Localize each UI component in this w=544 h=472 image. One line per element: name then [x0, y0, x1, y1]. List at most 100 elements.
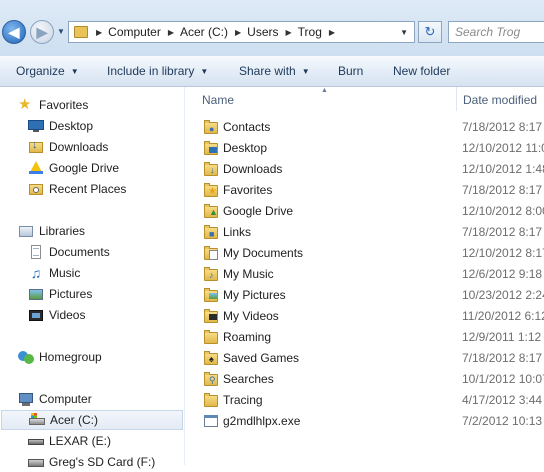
sort-ascending-icon: ▲: [321, 87, 328, 94]
chevron-down-icon: ▼: [200, 66, 209, 76]
address-bar[interactable]: ▶ Computer ▶ Acer (C:) ▶ Users ▶ Trog ▶ …: [68, 21, 415, 43]
file-row[interactable]: ▲ Google Drive 12/10/2012 8:00: [185, 201, 544, 222]
nav-music[interactable]: ♫ Music: [28, 263, 81, 283]
nav-libraries[interactable]: Libraries: [18, 221, 85, 241]
nav-lexar-e[interactable]: LEXAR (E:): [28, 431, 111, 451]
nav-label: Videos: [49, 308, 86, 322]
google-drive-icon: [28, 160, 44, 176]
file-date: 7/18/2012 8:17 A: [462, 183, 544, 197]
nav-homegroup[interactable]: Homegroup: [18, 347, 102, 367]
file-name: My Documents: [223, 246, 304, 260]
file-name: Desktop: [223, 141, 268, 155]
back-button[interactable]: ◀: [2, 20, 26, 44]
file-name: g2mdlhlpx.exe: [223, 414, 301, 428]
nav-sd-card-f[interactable]: Greg's SD Card (F:): [28, 452, 155, 472]
file-row[interactable]: ♪ My Music 12/6/2012 9:18 I: [185, 264, 544, 285]
nav-downloads[interactable]: Downloads: [28, 137, 108, 157]
file-row[interactable]: ♠ Saved Games 7/18/2012 8:17 A: [185, 348, 544, 369]
organize-button[interactable]: Organize ▼: [16, 56, 79, 86]
file-row[interactable]: ↓ Downloads 12/10/2012 1:48: [185, 159, 544, 180]
include-in-library-button[interactable]: Include in library ▼: [107, 56, 208, 86]
favorites-folder-icon: ★: [203, 182, 219, 198]
organize-label: Organize: [16, 64, 65, 78]
breadcrumb-users[interactable]: Users ▶: [247, 22, 298, 42]
chevron-right-icon[interactable]: ▶: [235, 28, 241, 37]
column-header-date-modified[interactable]: Date modified: [463, 93, 537, 107]
title-bar: ◀ ▶ ▼ ▶ Computer ▶ Acer (C:) ▶ Users ▶ T…: [0, 0, 544, 56]
chevron-right-icon[interactable]: ▶: [286, 28, 292, 37]
forward-button[interactable]: ▶: [30, 20, 54, 44]
back-arrow-icon: ◀: [8, 23, 20, 40]
file-date: 12/10/2012 1:48: [462, 162, 544, 176]
refresh-button[interactable]: ↻: [418, 21, 442, 43]
file-date: 12/10/2012 11:0: [462, 141, 544, 155]
chevron-right-icon[interactable]: ▶: [168, 28, 174, 37]
nav-label: Documents: [49, 245, 110, 259]
file-row[interactable]: My Pictures 10/23/2012 2:24: [185, 285, 544, 306]
nav-label: Computer: [39, 392, 92, 406]
folder-icon: [74, 26, 88, 38]
usb-drive-icon: [28, 433, 44, 449]
file-name: Searches: [223, 372, 274, 386]
libraries-icon: [18, 223, 34, 239]
include-in-library-label: Include in library: [107, 64, 195, 78]
file-row[interactable]: ● Contacts 7/18/2012 8:17 A: [185, 117, 544, 138]
nav-label: Libraries: [39, 224, 86, 238]
chevron-down-icon[interactable]: ▼: [400, 28, 408, 37]
refresh-icon: ↻: [424, 24, 436, 39]
chevron-right-icon[interactable]: ▶: [96, 28, 102, 37]
contacts-folder-icon: ●: [203, 119, 219, 135]
file-date: 4/17/2012 3:44 I: [462, 393, 544, 407]
search-input[interactable]: [448, 21, 544, 43]
recent-pages-dropdown-icon[interactable]: ▼: [57, 27, 65, 36]
file-date: 7/18/2012 8:17 A: [462, 351, 544, 365]
forward-arrow-icon: ▶: [36, 23, 48, 40]
nav-label: Google Drive: [49, 161, 120, 175]
breadcrumb-trog[interactable]: Trog ▶: [298, 22, 341, 42]
exe-file-icon: [203, 413, 219, 429]
chevron-right-icon[interactable]: ▶: [329, 28, 335, 37]
nav-desktop[interactable]: Desktop: [28, 116, 93, 136]
nav-documents[interactable]: Documents: [28, 242, 110, 262]
nav-favorites[interactable]: ★ Favorites: [18, 95, 88, 115]
file-row[interactable]: Tracing 4/17/2012 3:44 I: [185, 390, 544, 411]
file-row[interactable]: My Videos 11/20/2012 6:12: [185, 306, 544, 327]
file-row[interactable]: Desktop 12/10/2012 11:0: [185, 138, 544, 159]
breadcrumb-computer[interactable]: Computer ▶: [108, 22, 180, 42]
homegroup-icon: [18, 349, 34, 365]
file-row[interactable]: Roaming 12/9/2011 1:12 A: [185, 327, 544, 348]
file-name: Saved Games: [223, 351, 300, 365]
searches-folder-icon: ⚲: [203, 371, 219, 387]
file-date: 7/2/2012 10:13: [462, 414, 543, 428]
column-header-name[interactable]: Name: [202, 93, 234, 107]
nav-label: Greg's SD Card (F:): [49, 455, 156, 469]
column-divider[interactable]: [456, 87, 457, 111]
file-date: 11/20/2012 6:12: [462, 309, 544, 323]
new-folder-button[interactable]: New folder: [393, 56, 450, 86]
nav-recent-places[interactable]: Recent Places: [28, 179, 126, 199]
nav-pictures[interactable]: Pictures: [28, 284, 92, 304]
videos-icon: [28, 307, 44, 323]
file-name: Contacts: [223, 120, 271, 134]
file-date: 10/1/2012 10:07: [462, 372, 544, 386]
nav-google-drive[interactable]: Google Drive: [28, 158, 119, 178]
nav-label: LEXAR (E:): [49, 434, 112, 448]
file-row[interactable]: ★ Favorites 7/18/2012 8:17 A: [185, 180, 544, 201]
file-row[interactable]: ⚲ Searches 10/1/2012 10:07: [185, 369, 544, 390]
downloads-folder-icon: ↓: [203, 161, 219, 177]
pictures-icon: [28, 286, 44, 302]
file-name: Google Drive: [223, 204, 294, 218]
nav-computer[interactable]: Computer: [18, 389, 92, 409]
breadcrumb-acer-c[interactable]: Acer (C:) ▶: [180, 22, 247, 42]
hard-drive-icon: [29, 412, 45, 428]
file-row[interactable]: ■ Links 7/18/2012 8:17 A: [185, 222, 544, 243]
chevron-down-icon: ▼: [301, 66, 310, 76]
desktop-icon: [28, 118, 44, 134]
breadcrumb-label: Users: [247, 25, 279, 39]
file-row[interactable]: g2mdlhlpx.exe 7/2/2012 10:13: [185, 411, 544, 432]
file-row[interactable]: My Documents 12/10/2012 8:17: [185, 243, 544, 264]
burn-button[interactable]: Burn: [338, 56, 363, 86]
nav-videos[interactable]: Videos: [28, 305, 85, 325]
nav-acer-c[interactable]: Acer (C:): [1, 410, 183, 430]
share-with-button[interactable]: Share with ▼: [239, 56, 310, 86]
